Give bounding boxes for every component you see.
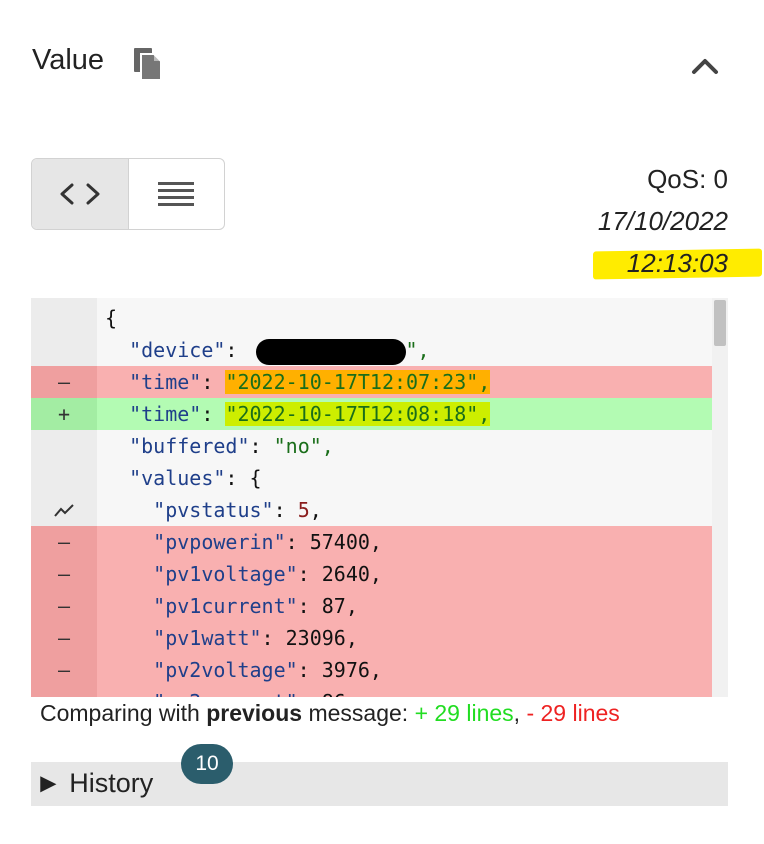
diff-marker: [31, 462, 97, 494]
message-date: 17/10/2022: [597, 206, 728, 236]
diff-marker: –: [31, 558, 97, 590]
diff-code: "pv2current": 86,: [105, 686, 358, 697]
redacted-value: [255, 338, 406, 365]
copy-icon[interactable]: [132, 46, 164, 82]
chart-trend-icon: [31, 494, 97, 526]
diff-line-removed: – "time": "2022-10-17T12:07:23",: [31, 366, 713, 398]
diff-line-removed: – "pv1voltage": 2640,: [31, 558, 713, 590]
code-icon: [60, 183, 100, 205]
history-label: ► History: [35, 768, 154, 798]
diff-code: "time": "2022-10-17T12:08:18",: [129, 402, 491, 426]
diff-line: "device": ",: [31, 334, 713, 366]
diff-line: {: [31, 302, 713, 334]
removed-lines-count: - 29 lines: [526, 700, 620, 726]
diff-line: "pvstatus": 5,: [31, 494, 713, 526]
message-meta: QoS: 0 17/10/2022 12:13:03: [592, 158, 762, 284]
diff-marker: –: [31, 686, 97, 697]
diff-marker: –: [31, 622, 97, 654]
diff-line-removed: – "pvpowerin": 57400,: [31, 526, 713, 558]
diff-line: "values": {: [31, 462, 713, 494]
diff-code: "pv1voltage": 2640,: [153, 562, 382, 586]
diff-code: "pvstatus": 5,: [153, 498, 322, 522]
code-view-button[interactable]: [32, 159, 129, 229]
diff-scrollbar[interactable]: [712, 298, 728, 697]
text-view-button[interactable]: [129, 159, 225, 229]
diff-line-removed: – "pv2voltage": 3976,: [31, 654, 713, 686]
diff-code: {: [105, 306, 118, 330]
diff-code: "values": {: [129, 466, 262, 490]
lines-icon: [158, 182, 195, 206]
message-time: 12:13:03: [592, 242, 762, 284]
view-toggle: [31, 158, 225, 230]
diff-marker: [31, 302, 97, 334]
diff-code: "device": ",: [105, 334, 430, 366]
history-count-badge: 10: [181, 744, 233, 784]
diff-marker: +: [31, 398, 97, 430]
diff-marker: –: [31, 366, 97, 398]
chevron-up-icon[interactable]: [688, 52, 722, 78]
scroll-thumb[interactable]: [714, 300, 726, 346]
diff-line: "buffered": "no",: [31, 430, 713, 462]
diff-marker: [31, 334, 97, 366]
diff-marker: –: [31, 654, 97, 686]
diff-code: "pv1watt": 23096,: [153, 626, 358, 650]
diff-code: "pvpowerin": 57400,: [153, 530, 382, 554]
diff-code: "pv2voltage": 3976,: [153, 658, 382, 682]
diff-line-removed: – "pv1watt": 23096,: [31, 622, 713, 654]
diff-code: "buffered": "no",: [129, 434, 334, 458]
qos-label: QoS: 0: [647, 164, 728, 194]
diff-marker: –: [31, 590, 97, 622]
diff-line-removed: – "pv2current": 86,: [31, 686, 713, 697]
compare-summary: Comparing with previous message: + 29 li…: [40, 700, 620, 726]
history-toggle[interactable]: ► History: [31, 762, 728, 806]
added-lines-count: + 29 lines: [414, 700, 514, 726]
diff-viewer[interactable]: { "device": ", – "time": "2022-10-17T12:0…: [31, 298, 728, 697]
diff-code: "pv1current": 87,: [153, 594, 358, 618]
value-title: Value: [32, 44, 105, 76]
diff-line-added: + "time": "2022-10-17T12:08:18",: [31, 398, 713, 430]
diff-code: "time": "2022-10-17T12:07:23",: [129, 370, 491, 394]
diff-marker: [31, 430, 97, 462]
diff-marker: –: [31, 526, 97, 558]
diff-line-removed: – "pv1current": 87,: [31, 590, 713, 622]
